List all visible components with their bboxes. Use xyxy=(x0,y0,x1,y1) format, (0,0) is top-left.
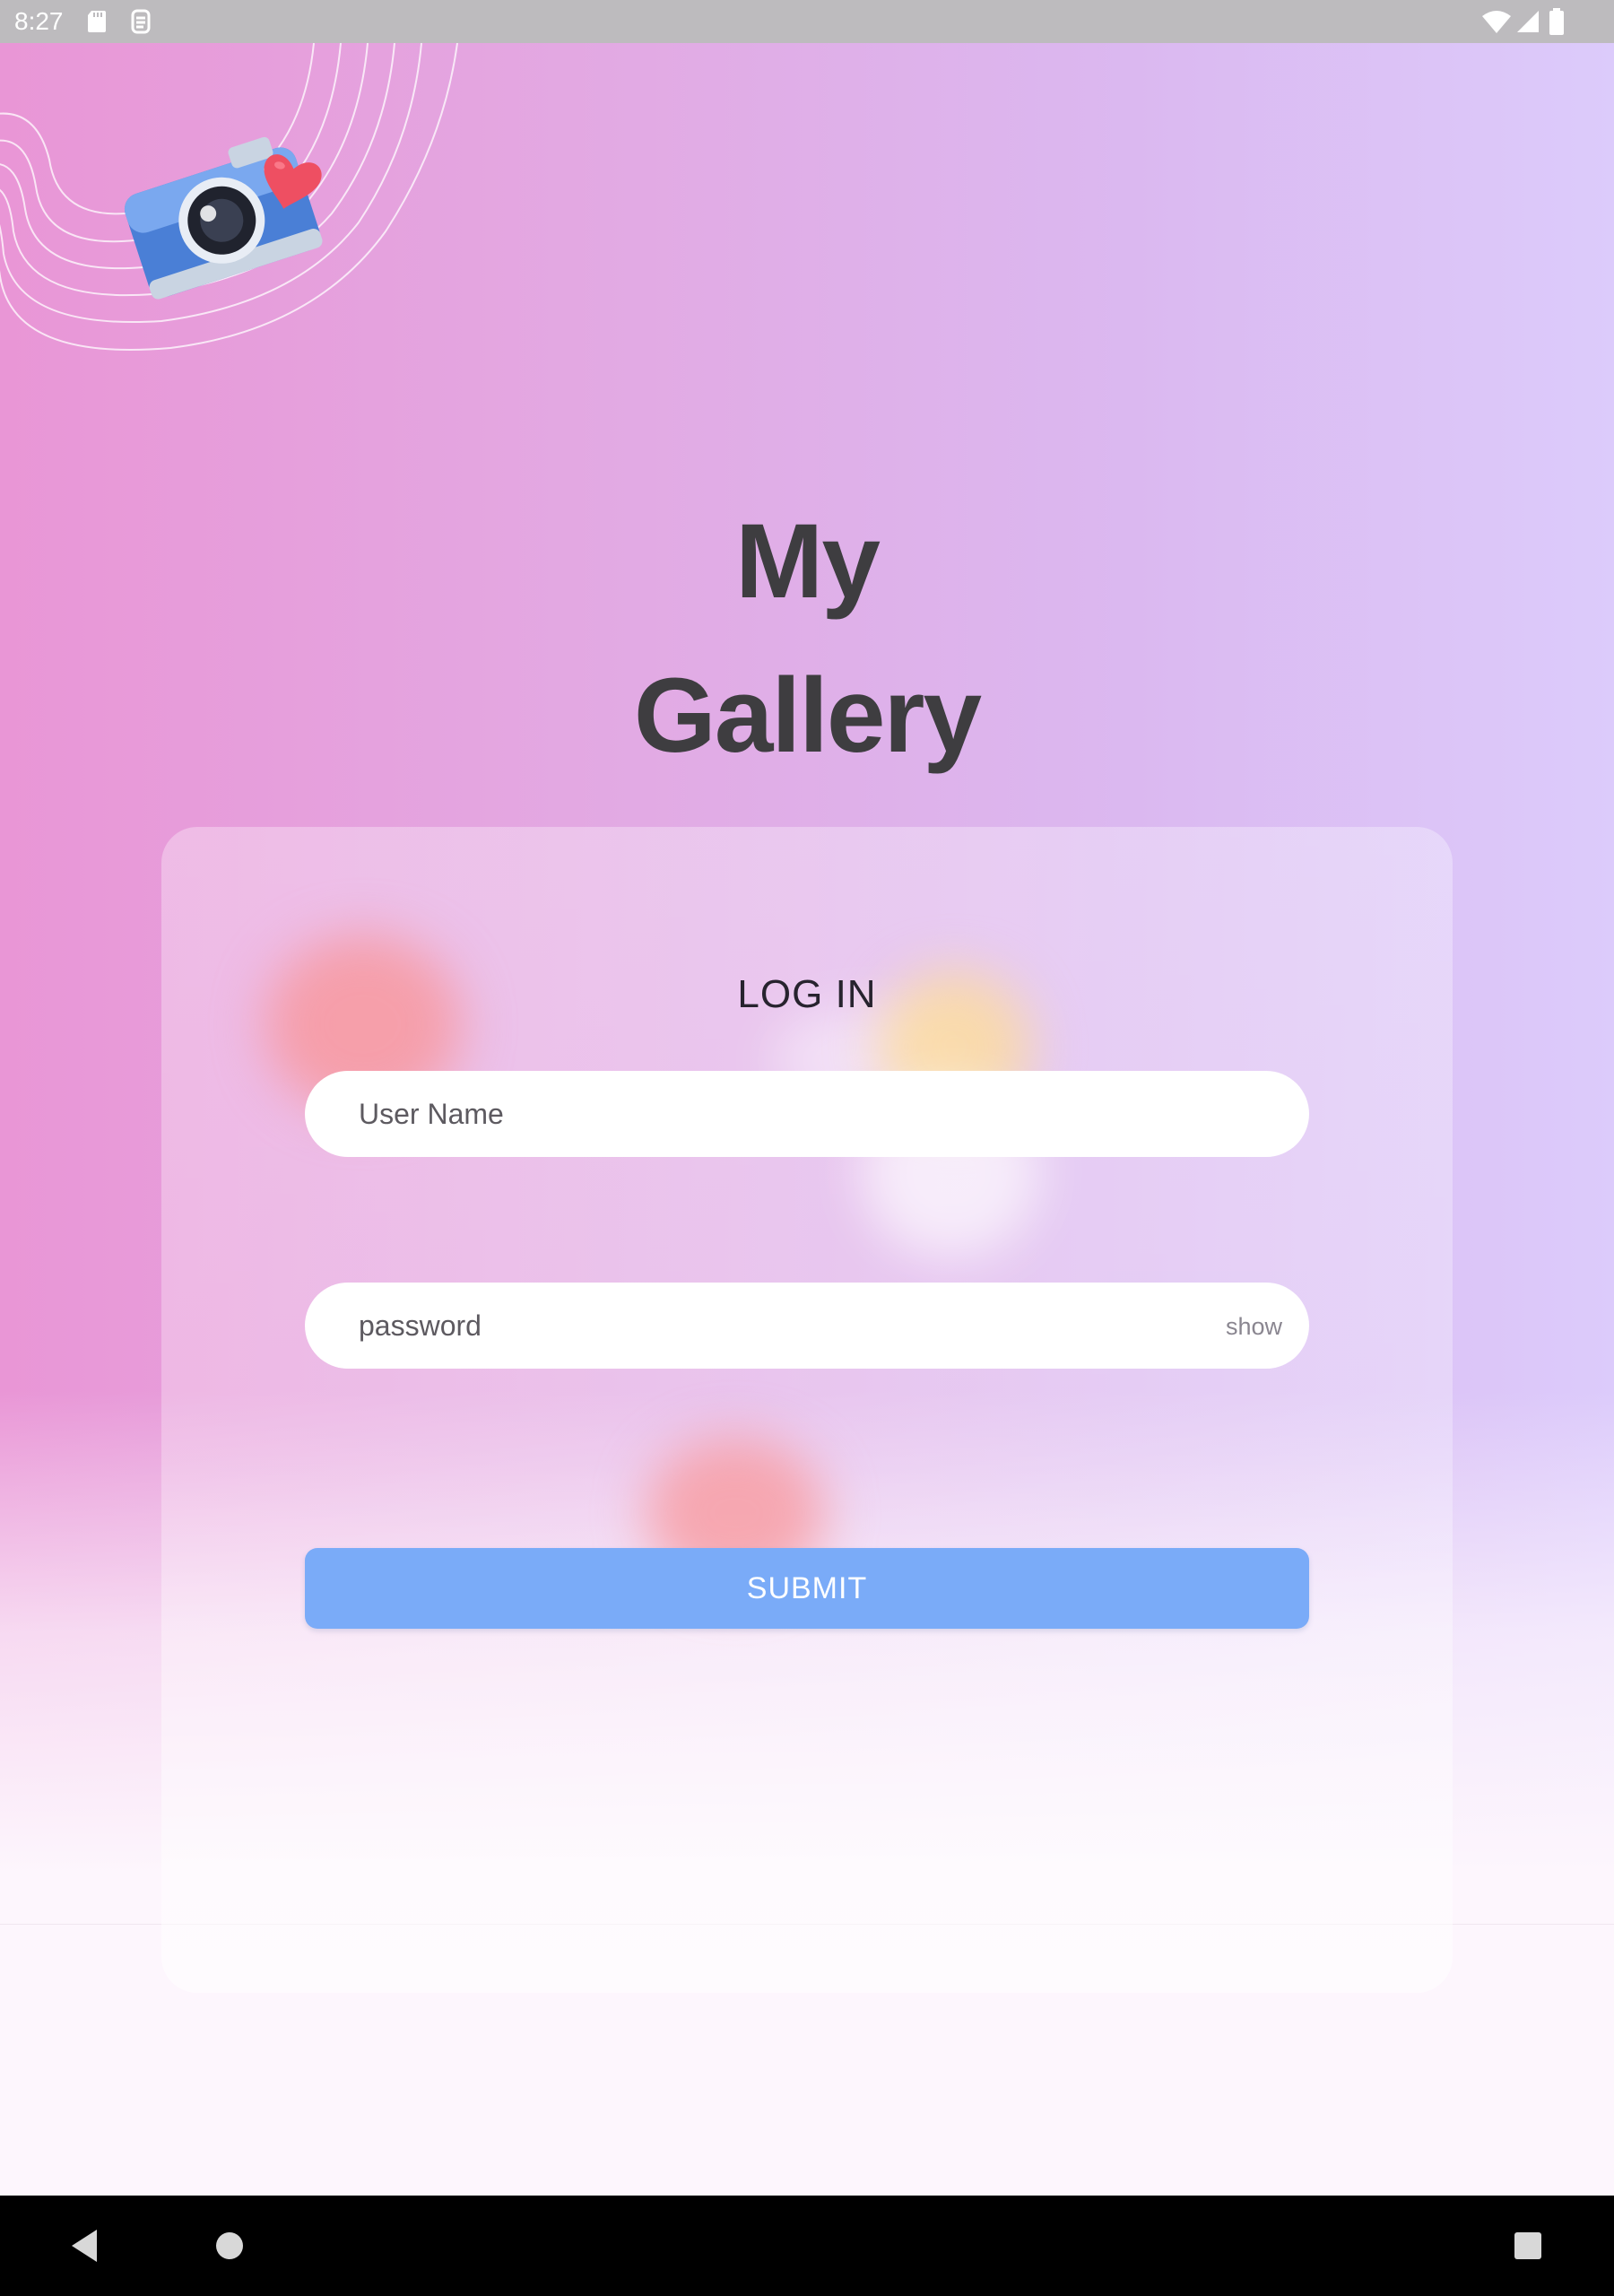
back-icon[interactable] xyxy=(34,2196,134,2296)
home-icon[interactable] xyxy=(179,2196,280,2296)
recents-icon[interactable] xyxy=(1478,2196,1578,2296)
wifi-icon xyxy=(1482,11,1511,33)
login-heading: LOG IN xyxy=(737,972,877,1016)
notification-icon xyxy=(131,9,151,34)
status-bar: 8:27 xyxy=(0,0,1614,43)
submit-label: SUBMIT xyxy=(746,1571,868,1605)
app-screen: 8:27 My Gallery LOG IN User Name passwor… xyxy=(0,0,1614,2296)
password-placeholder: password xyxy=(359,1309,482,1342)
show-password-toggle[interactable]: show xyxy=(1226,1311,1282,1342)
login-card: LOG IN User Name password show SUBMIT xyxy=(161,827,1453,1993)
camera-icon xyxy=(124,136,323,300)
password-input[interactable]: password show xyxy=(305,1283,1309,1369)
title-line-1: My xyxy=(735,502,881,621)
username-placeholder: User Name xyxy=(359,1098,504,1130)
status-time: 8:27 xyxy=(14,7,64,35)
sd-card-icon xyxy=(88,11,106,32)
navigation-bar xyxy=(0,2196,1614,2296)
camera-decoration xyxy=(0,43,458,352)
battery-icon xyxy=(1549,8,1564,35)
submit-button[interactable]: SUBMIT xyxy=(305,1548,1309,1629)
title-line-2: Gallery xyxy=(633,657,982,775)
signal-icon xyxy=(1517,11,1539,32)
username-input[interactable]: User Name xyxy=(305,1071,1309,1157)
app-title: My Gallery xyxy=(0,484,1614,793)
